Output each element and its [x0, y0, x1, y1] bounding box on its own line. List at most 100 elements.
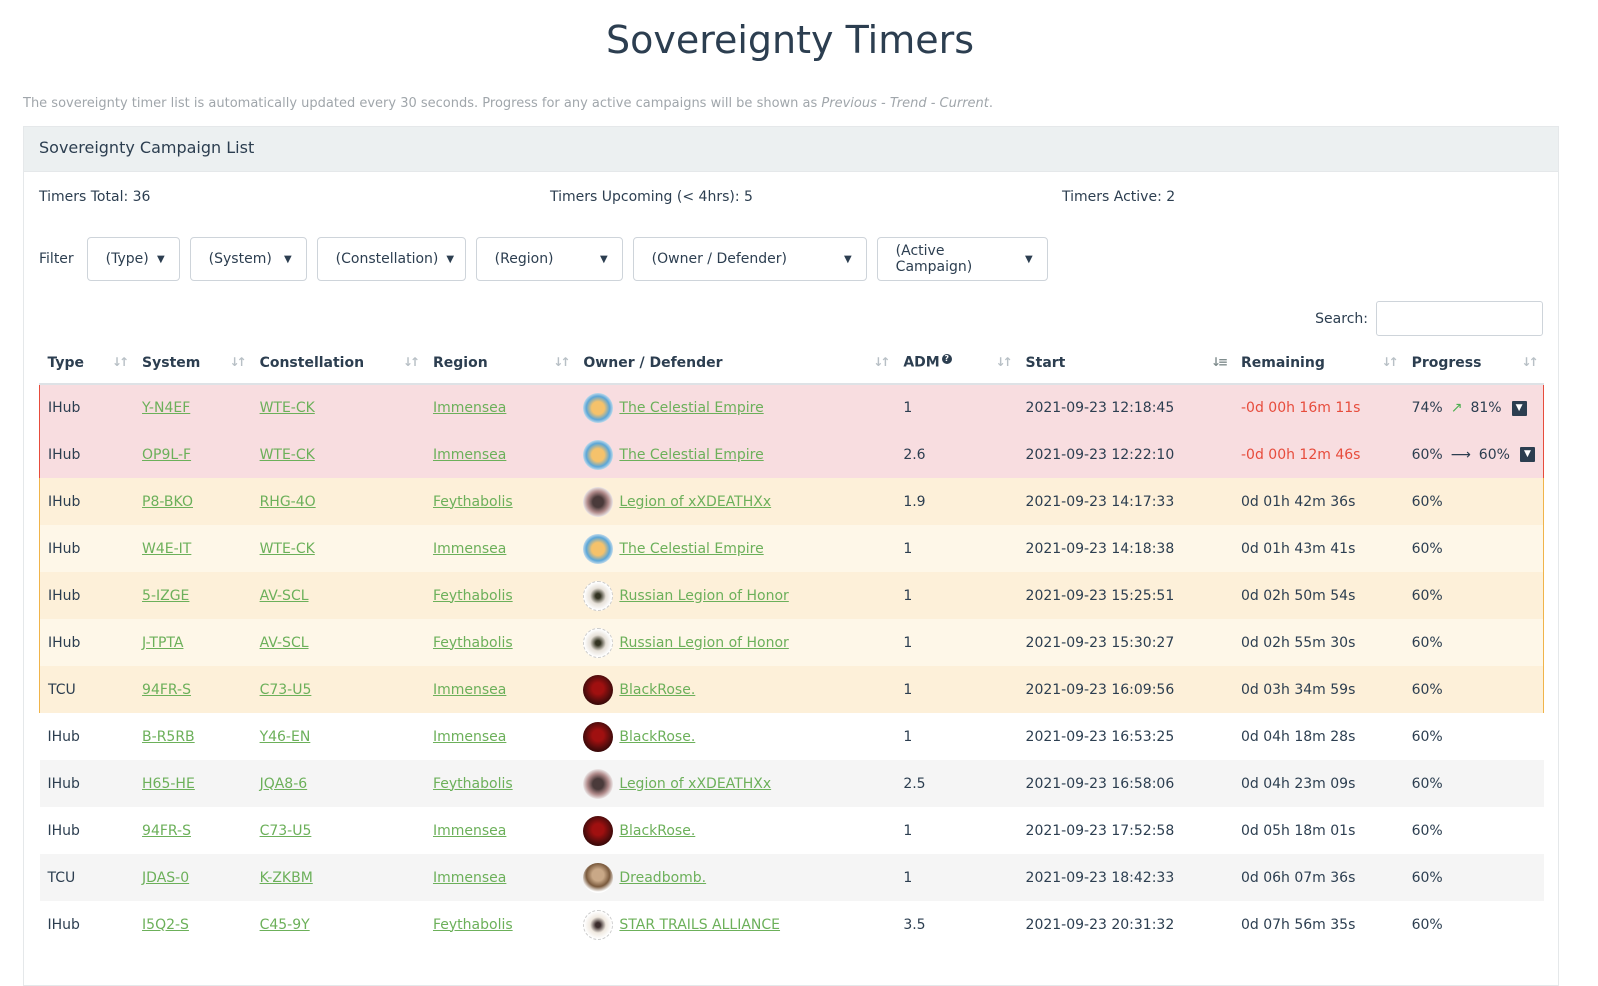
type-cell: IHub — [39, 384, 135, 431]
system-link[interactable]: W4E-IT — [142, 541, 191, 557]
constellation-link[interactable]: WTE-CK — [260, 541, 315, 557]
table-header-row: Type ↓↑ System ↓↑ Constellation ↓↑ Region ↓↑… — [39, 342, 1544, 385]
owner-link[interactable]: BlackRose. — [619, 729, 695, 745]
owner-filter-value: (Owner / Defender) — [651, 251, 787, 267]
system-link[interactable]: 94FR-S — [142, 682, 191, 698]
sort-icon: ↓↑ — [1521, 355, 1538, 369]
constellation-link[interactable]: AV-SCL — [260, 588, 309, 604]
column-header-remaining[interactable]: Remaining ↓↑ — [1232, 342, 1404, 385]
progress-value: 60% — [1411, 822, 1443, 839]
adm-cell: 1 — [895, 525, 1018, 572]
constellation-link[interactable]: JQA8-6 — [260, 776, 308, 792]
filter-row: Filter (Type) ▼ (System) ▼ (Constellation)… — [39, 237, 1058, 281]
system-link[interactable]: 94FR-S — [142, 823, 191, 839]
search-input[interactable] — [1376, 301, 1543, 336]
column-header-owner[interactable]: Owner / Defender ↓↑ — [575, 342, 896, 385]
adm-cell: 1 — [895, 713, 1018, 760]
column-header-progress[interactable]: Progress ↓↑ — [1403, 342, 1544, 385]
column-header-system[interactable]: System ↓↑ — [134, 342, 252, 385]
system-link[interactable]: J-TPTA — [142, 635, 183, 651]
region-link[interactable]: Feythabolis — [433, 635, 513, 651]
region-link[interactable]: Immensea — [433, 870, 506, 886]
sort-icon: ↓↑ — [229, 355, 246, 369]
region-link[interactable]: Immensea — [433, 400, 506, 416]
owner-link[interactable]: Legion of xXDEATHXx — [619, 776, 771, 792]
region-link[interactable]: Feythabolis — [433, 917, 513, 933]
constellation-link[interactable]: K-ZKBM — [260, 870, 313, 886]
owner-cell: Legion of xXDEATHXx — [583, 486, 887, 517]
constellation-link[interactable]: Y46-EN — [260, 729, 311, 745]
owner-cell: The Celestial Empire — [583, 533, 887, 564]
owner-cell: BlackRose. — [583, 674, 887, 705]
constellation-link[interactable]: RHG-4O — [260, 494, 316, 510]
timers-upcoming: Timers Upcoming (< 4hrs): 5 — [550, 189, 753, 205]
caret-down-icon[interactable]: ▼ — [1511, 400, 1527, 416]
constellation-link[interactable]: C73-U5 — [260, 823, 312, 839]
chevron-down-icon: ▼ — [1024, 253, 1033, 265]
active-campaign-filter-select[interactable]: (Active Campaign) ▼ — [876, 237, 1048, 281]
region-link[interactable]: Immensea — [433, 541, 506, 557]
active-campaign-filter-value: (Active Campaign) — [895, 243, 973, 275]
sort-icon: ↓↑ — [553, 355, 570, 369]
column-header-start[interactable]: Start ↓≡ — [1017, 342, 1233, 385]
owner-link[interactable]: Dreadbomb. — [619, 870, 706, 886]
region-link[interactable]: Immensea — [433, 447, 506, 463]
region-link[interactable]: Feythabolis — [433, 494, 513, 510]
progress-value: 60% — [1411, 634, 1443, 651]
system-link[interactable]: H65-HE — [142, 776, 195, 792]
constellation-link[interactable]: WTE-CK — [260, 400, 315, 416]
region-filter-select[interactable]: (Region) ▼ — [475, 237, 623, 281]
region-link[interactable]: Feythabolis — [433, 588, 513, 604]
region-link[interactable]: Immensea — [433, 682, 506, 698]
system-link[interactable]: I5Q2-S — [142, 917, 189, 933]
owner-link[interactable]: BlackRose. — [619, 682, 695, 698]
owner-link[interactable]: Legion of xXDEATHXx — [619, 494, 771, 510]
page-title: Sovereignty Timers — [605, 18, 975, 62]
system-link[interactable]: OP9L-F — [142, 447, 191, 463]
column-adm-label: ADM — [903, 354, 940, 371]
type-cell: IHub — [39, 478, 135, 525]
owner-link[interactable]: BlackRose. — [619, 823, 695, 839]
owner-link[interactable]: The Celestial Empire — [619, 447, 763, 463]
column-header-adm[interactable]: ADM? ↓↑ — [895, 342, 1018, 385]
region-filter-value: (Region) — [494, 251, 554, 267]
owner-link[interactable]: STAR TRAILS ALLIANCE — [619, 917, 780, 933]
question-icon[interactable]: ? — [941, 354, 952, 365]
owner-link[interactable]: The Celestial Empire — [619, 541, 763, 557]
owner-link[interactable]: The Celestial Empire — [619, 400, 763, 416]
constellation-link[interactable]: WTE-CK — [260, 447, 315, 463]
constellation-link[interactable]: C73-U5 — [260, 682, 312, 698]
column-header-constellation[interactable]: Constellation ↓↑ — [251, 342, 425, 385]
table-row: IHub 5-IZGE AV-SCL Feythabolis Russian Legio… — [39, 572, 1544, 619]
intro-suffix: . — [988, 96, 994, 111]
start-cell: 2021-09-23 17:52:58 — [1017, 807, 1233, 854]
region-link[interactable]: Immensea — [433, 729, 506, 745]
owner-filter-select[interactable]: (Owner / Defender) ▼ — [632, 237, 867, 281]
column-header-type[interactable]: Type ↓↑ — [39, 342, 135, 385]
region-link[interactable]: Feythabolis — [433, 776, 513, 792]
caret-down-icon[interactable]: ▼ — [1519, 447, 1535, 462]
constellation-link[interactable]: AV-SCL — [260, 635, 309, 651]
region-link[interactable]: Immensea — [433, 823, 506, 839]
owner-link[interactable]: Russian Legion of Honor — [619, 635, 788, 651]
column-header-region[interactable]: Region ↓↑ — [424, 342, 576, 385]
sort-desc-icon: ↓≡ — [1210, 355, 1228, 369]
constellation-link[interactable]: C45-9Y — [260, 917, 310, 933]
timers-total: Timers Total: 36 — [39, 189, 151, 205]
system-filter-select[interactable]: (System) ▼ — [189, 237, 307, 281]
system-link[interactable]: P8-BKO — [142, 494, 193, 510]
owner-cell: Russian Legion of Honor — [583, 627, 887, 658]
remaining-cell: 0d 01h 42m 36s — [1232, 478, 1404, 525]
progress-value: 60% — [1411, 540, 1443, 557]
type-cell: IHub — [39, 572, 135, 619]
constellation-filter-select[interactable]: (Constellation) ▼ — [316, 237, 466, 281]
owner-link[interactable]: Russian Legion of Honor — [619, 588, 788, 604]
system-link[interactable]: JDAS-0 — [142, 870, 189, 886]
system-link[interactable]: B-R5RB — [142, 729, 195, 745]
type-filter-select[interactable]: (Type) ▼ — [86, 237, 180, 281]
system-link[interactable]: Y-N4EF — [142, 400, 190, 416]
owner-cell: The Celestial Empire — [583, 439, 887, 470]
alliance-logo-icon — [583, 486, 614, 517]
owner-cell: Legion of xXDEATHXx — [583, 768, 887, 799]
system-link[interactable]: 5-IZGE — [142, 588, 189, 604]
